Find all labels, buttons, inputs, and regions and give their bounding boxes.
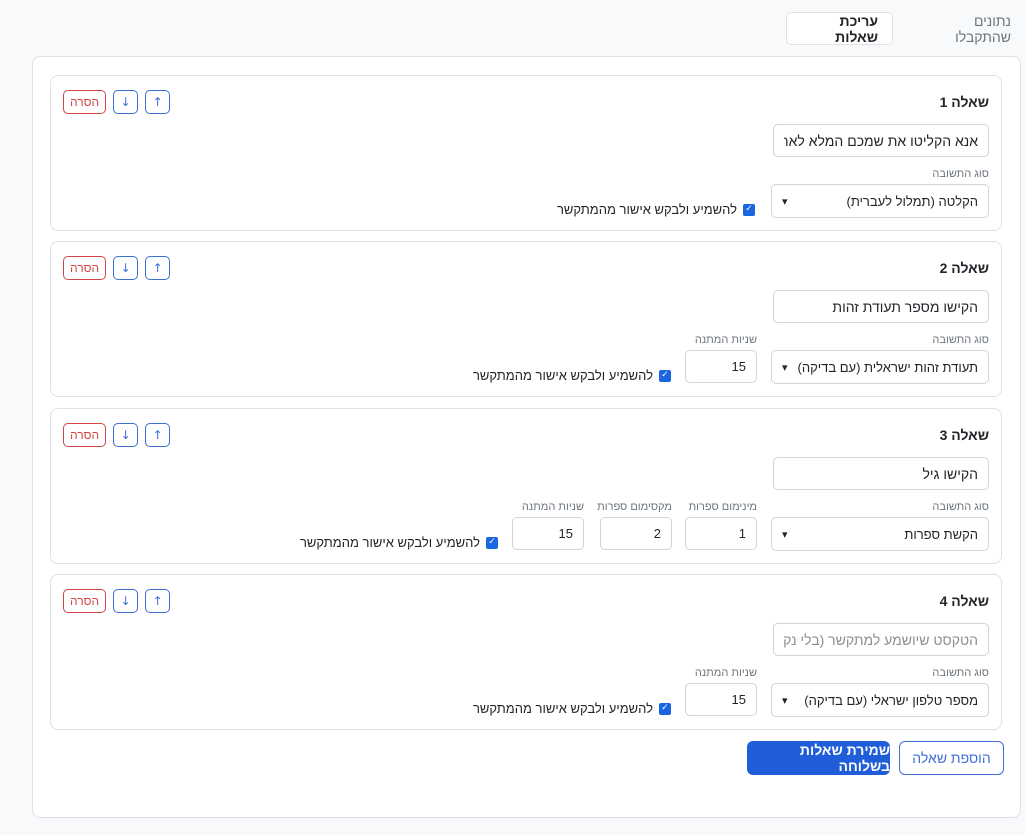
answer-type-select[interactable]: תעודת זהות ישראלית (עם בדיקה) ▾ xyxy=(771,350,989,384)
answer-type-select[interactable]: הקשת ספרות ▾ xyxy=(771,517,989,551)
remove-button[interactable]: הסרה xyxy=(63,256,107,280)
question-title: שאלה 1 xyxy=(939,94,989,110)
checkbox-icon[interactable]: ✓ xyxy=(743,203,755,216)
confirm-label: להשמיע ולבקש אישור מהמתקשר xyxy=(472,701,653,716)
add-question-button[interactable]: הוספת שאלה xyxy=(899,741,1004,775)
chevron-down-icon: ▾ xyxy=(782,527,788,541)
questions-panel: שאלה 1 הסרה ↓ ↑ סוג התשובה הקלטה (תמלול … xyxy=(32,56,1021,818)
question-title: שאלה 2 xyxy=(939,260,989,276)
question-text-input[interactable] xyxy=(773,124,989,157)
checkbox-icon[interactable]: ✓ xyxy=(486,536,498,549)
wait-seconds-label: שניות המתנה xyxy=(694,334,757,346)
question-card-3: שאלה 3 הסרה ↓ ↑ סוג התשובה מינימום ספרות… xyxy=(50,408,1002,564)
answer-type-select[interactable]: הקלטה (תמלול לעברית) ▾ xyxy=(771,184,989,218)
move-up-button[interactable]: ↑ xyxy=(145,589,171,613)
wait-seconds-label: שניות המתנה xyxy=(521,501,584,513)
confirm-checkbox-row[interactable]: ✓ להשמיע ולבקש אישור מהמתקשר xyxy=(300,535,498,550)
answer-type-value: הקלטה (תמלול לעברית) xyxy=(846,193,979,209)
chevron-down-icon: ▾ xyxy=(782,693,788,707)
confirm-checkbox-row[interactable]: ✓ להשמיע ולבקש אישור מהמתקשר xyxy=(473,701,671,716)
wait-seconds-input[interactable]: 15 xyxy=(685,683,757,716)
question-card-4: שאלה 4 הסרה ↓ ↑ סוג התשובה שניות המתנה מ… xyxy=(50,574,1002,730)
remove-button[interactable]: הסרה xyxy=(63,589,107,613)
question-card-1: שאלה 1 הסרה ↓ ↑ סוג התשובה הקלטה (תמלול … xyxy=(50,75,1002,231)
remove-button[interactable]: הסרה xyxy=(63,90,107,114)
checkbox-icon[interactable]: ✓ xyxy=(659,369,671,382)
confirm-checkbox-row[interactable]: ✓ להשמיע ולבקש אישור מהמתקשר xyxy=(473,368,671,383)
save-questions-button[interactable]: שמירת שאלות בשלוחה xyxy=(747,741,890,775)
move-up-button[interactable]: ↑ xyxy=(145,90,171,114)
question-actions: הסרה ↓ ↑ xyxy=(63,423,171,447)
answer-type-label: סוג התשובה xyxy=(932,667,989,679)
question-text-input[interactable] xyxy=(773,457,989,490)
confirm-label: להשמיע ולבקש אישור מהמתקשר xyxy=(299,535,480,550)
question-title: שאלה 3 xyxy=(939,427,989,443)
move-down-button[interactable]: ↓ xyxy=(113,256,139,280)
wait-seconds-label: שניות המתנה xyxy=(694,667,757,679)
answer-type-value: מספר טלפון ישראלי (עם בדיקה) xyxy=(804,692,978,708)
answer-type-label: סוג התשובה xyxy=(932,334,989,346)
chevron-down-icon: ▾ xyxy=(782,194,788,208)
max-digits-input[interactable]: 2 xyxy=(600,517,672,550)
answer-type-select[interactable]: מספר טלפון ישראלי (עם בדיקה) ▾ xyxy=(771,683,989,717)
answer-type-value: תעודת זהות ישראלית (עם בדיקה) xyxy=(797,359,978,375)
tab-bar: נתונים שהתקבלו עריכת שאלות xyxy=(0,12,1025,46)
move-up-button[interactable]: ↑ xyxy=(145,423,171,447)
answer-type-label: סוג התשובה xyxy=(932,501,989,513)
confirm-checkbox-row[interactable]: ✓ להשמיע ולבקש אישור מהמתקשר xyxy=(557,202,755,217)
confirm-label: להשמיע ולבקש אישור מהמתקשר xyxy=(556,202,737,217)
wait-seconds-input[interactable]: 15 xyxy=(685,350,757,383)
answer-type-value: הקשת ספרות xyxy=(904,526,978,542)
question-title: שאלה 4 xyxy=(939,593,989,609)
wait-seconds-input[interactable]: 15 xyxy=(512,517,584,550)
tab-received-data[interactable]: נתונים שהתקבלו xyxy=(913,12,1025,45)
max-digits-label: מקסימום ספרות xyxy=(597,501,672,513)
move-down-button[interactable]: ↓ xyxy=(113,90,139,114)
move-down-button[interactable]: ↓ xyxy=(113,423,139,447)
question-actions: הסרה ↓ ↑ xyxy=(63,90,171,114)
min-digits-input[interactable]: 1 xyxy=(685,517,757,550)
answer-type-label: סוג התשובה xyxy=(932,168,989,180)
min-digits-label: מינימום ספרות xyxy=(688,501,757,513)
question-actions: הסרה ↓ ↑ xyxy=(63,589,171,613)
question-text-input[interactable] xyxy=(773,623,989,656)
question-text-input[interactable] xyxy=(773,290,989,323)
question-card-2: שאלה 2 הסרה ↓ ↑ סוג התשובה שניות המתנה ת… xyxy=(50,241,1002,397)
checkbox-icon[interactable]: ✓ xyxy=(659,702,671,715)
move-up-button[interactable]: ↑ xyxy=(145,256,171,280)
chevron-down-icon: ▾ xyxy=(782,360,788,374)
remove-button[interactable]: הסרה xyxy=(63,423,107,447)
move-down-button[interactable]: ↓ xyxy=(113,589,139,613)
tab-edit-questions[interactable]: עריכת שאלות xyxy=(786,12,893,45)
question-actions: הסרה ↓ ↑ xyxy=(63,256,171,280)
confirm-label: להשמיע ולבקש אישור מהמתקשר xyxy=(472,368,653,383)
